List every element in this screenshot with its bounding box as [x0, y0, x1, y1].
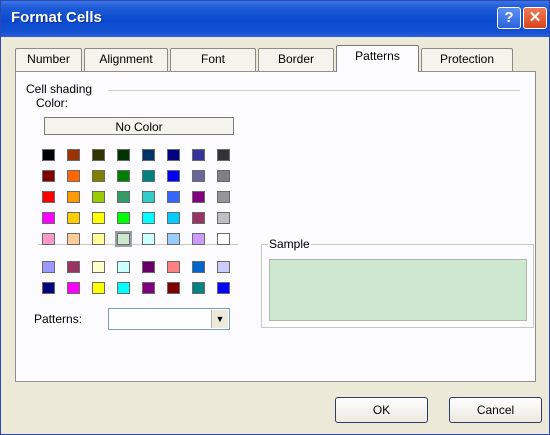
color-swatch[interactable] — [142, 149, 155, 161]
patterns-tab-panel: Cell shading Color: No Color Patterns: ▼… — [15, 71, 536, 382]
help-button[interactable]: ? — [497, 7, 521, 29]
chart-color-swatch[interactable] — [42, 261, 55, 273]
color-swatch[interactable] — [192, 191, 205, 203]
tab-alignment[interactable]: Alignment — [84, 48, 168, 71]
chart-color-swatch[interactable] — [142, 261, 155, 273]
color-swatch[interactable] — [67, 233, 80, 245]
color-swatch[interactable] — [42, 149, 55, 161]
chart-color-swatch[interactable] — [67, 282, 80, 294]
dialog-title: Format Cells — [11, 9, 102, 26]
color-swatch[interactable] — [217, 212, 230, 224]
color-swatch[interactable] — [167, 149, 180, 161]
color-swatch[interactable] — [117, 170, 130, 182]
chart-color-swatch[interactable] — [117, 282, 130, 294]
color-swatch[interactable] — [142, 212, 155, 224]
color-swatch[interactable] — [117, 191, 130, 203]
color-swatch[interactable] — [167, 191, 180, 203]
cell-shading-label: Cell shading — [26, 82, 93, 96]
color-swatch[interactable] — [167, 170, 180, 182]
color-swatch[interactable] — [115, 231, 132, 247]
ok-button[interactable]: OK — [335, 397, 428, 423]
chart-color-swatch[interactable] — [92, 282, 105, 294]
format-cells-dialog: Format Cells ? ✕ Number Alignment Font B… — [0, 0, 550, 435]
close-button[interactable]: ✕ — [523, 7, 547, 29]
chart-color-swatch[interactable] — [167, 282, 180, 294]
chart-color-swatch[interactable] — [42, 282, 55, 294]
color-swatch[interactable] — [67, 170, 80, 182]
color-swatch[interactable] — [167, 212, 180, 224]
chart-color-swatch[interactable] — [217, 261, 230, 273]
color-swatch[interactable] — [42, 191, 55, 203]
color-swatch[interactable] — [92, 191, 105, 203]
color-swatch[interactable] — [42, 233, 55, 245]
tab-border[interactable]: Border — [258, 48, 334, 71]
chart-color-swatch[interactable] — [67, 261, 80, 273]
color-swatch[interactable] — [217, 149, 230, 161]
color-swatch[interactable] — [42, 170, 55, 182]
title-bar[interactable]: Format Cells ? ✕ — [1, 1, 549, 37]
color-label: Color: — [36, 96, 69, 110]
color-swatch[interactable] — [192, 233, 205, 245]
chart-color-swatch[interactable] — [217, 282, 230, 294]
color-swatch[interactable] — [142, 233, 155, 245]
cell-shading-divider — [108, 90, 520, 91]
chart-color-swatch[interactable] — [117, 261, 130, 273]
color-swatch[interactable] — [92, 170, 105, 182]
color-swatch[interactable] — [192, 170, 205, 182]
sample-preview — [269, 259, 527, 321]
cancel-button[interactable]: Cancel — [449, 397, 542, 423]
color-swatch[interactable] — [92, 233, 105, 245]
patterns-dropdown[interactable]: ▼ — [108, 308, 230, 330]
color-swatch[interactable] — [142, 191, 155, 203]
color-swatch[interactable] — [192, 149, 205, 161]
chevron-down-icon[interactable]: ▼ — [211, 310, 228, 328]
color-swatch[interactable] — [117, 149, 130, 161]
color-swatch[interactable] — [217, 191, 230, 203]
patterns-label: Patterns: — [34, 312, 83, 326]
color-swatch[interactable] — [92, 149, 105, 161]
color-swatch[interactable] — [192, 212, 205, 224]
color-swatch[interactable] — [67, 191, 80, 203]
color-swatch[interactable] — [167, 233, 180, 245]
color-swatch[interactable] — [42, 212, 55, 224]
color-swatch[interactable] — [117, 212, 130, 224]
color-swatch[interactable] — [92, 212, 105, 224]
sample-group: Sample — [261, 237, 534, 328]
chart-color-swatch[interactable] — [192, 261, 205, 273]
chart-color-swatch[interactable] — [167, 261, 180, 273]
chart-color-swatch[interactable] — [92, 261, 105, 273]
tab-protection[interactable]: Protection — [421, 48, 513, 71]
color-swatch[interactable] — [142, 170, 155, 182]
color-swatch[interactable] — [67, 212, 80, 224]
chart-color-swatch[interactable] — [142, 282, 155, 294]
chart-color-swatch[interactable] — [192, 282, 205, 294]
tab-font[interactable]: Font — [170, 48, 256, 71]
color-swatch[interactable] — [67, 149, 80, 161]
tab-patterns[interactable]: Patterns — [336, 45, 419, 72]
color-swatch[interactable] — [217, 233, 230, 245]
close-icon: ✕ — [528, 9, 542, 26]
no-color-button[interactable]: No Color — [44, 117, 234, 135]
color-swatch[interactable] — [217, 170, 230, 182]
tab-number[interactable]: Number — [15, 48, 82, 71]
sample-label: Sample — [268, 237, 311, 251]
